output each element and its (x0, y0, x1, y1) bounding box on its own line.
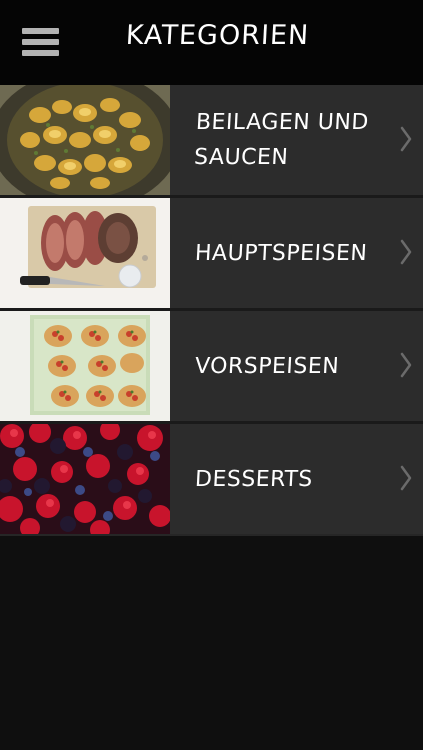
category-row-desserts[interactable]: DESSERTS (0, 424, 423, 537)
chevron-right-icon (400, 465, 412, 491)
category-list: BEILAGEN UND SAUCEN HAUPTSPEISEN VORSPEI… (0, 85, 423, 537)
fried-potatoes-image (0, 85, 170, 195)
category-label: BEILAGEN UND SAUCEN (192, 85, 398, 195)
category-label: DESSERTS (192, 424, 398, 534)
category-label-line1: BEILAGEN UND (195, 110, 370, 135)
category-label-line1: HAUPTSPEISEN (194, 240, 368, 266)
category-row-beilagen[interactable]: BEILAGEN UND SAUCEN (0, 85, 423, 198)
chevron-right-icon (400, 239, 412, 265)
empty-background (0, 536, 423, 750)
bruschetta-image (0, 311, 170, 421)
chevron-right-icon (400, 352, 412, 378)
category-label: HAUPTSPEISEN (192, 198, 398, 308)
category-row-hauptspeisen[interactable]: HAUPTSPEISEN (0, 198, 423, 311)
chevron-right-icon (400, 126, 412, 152)
category-label-line1: VORSPEISEN (194, 353, 340, 379)
category-row-vorspeisen[interactable]: VORSPEISEN (0, 311, 423, 424)
roast-beef-image (0, 198, 170, 308)
header-bar: KATEGORIEN (0, 0, 423, 85)
category-label-line2: SAUCEN (193, 145, 289, 170)
category-label: VORSPEISEN (192, 311, 398, 421)
page-title: KATEGORIEN (125, 20, 310, 51)
berries-image (0, 424, 170, 534)
category-label-line1: DESSERTS (194, 466, 314, 492)
